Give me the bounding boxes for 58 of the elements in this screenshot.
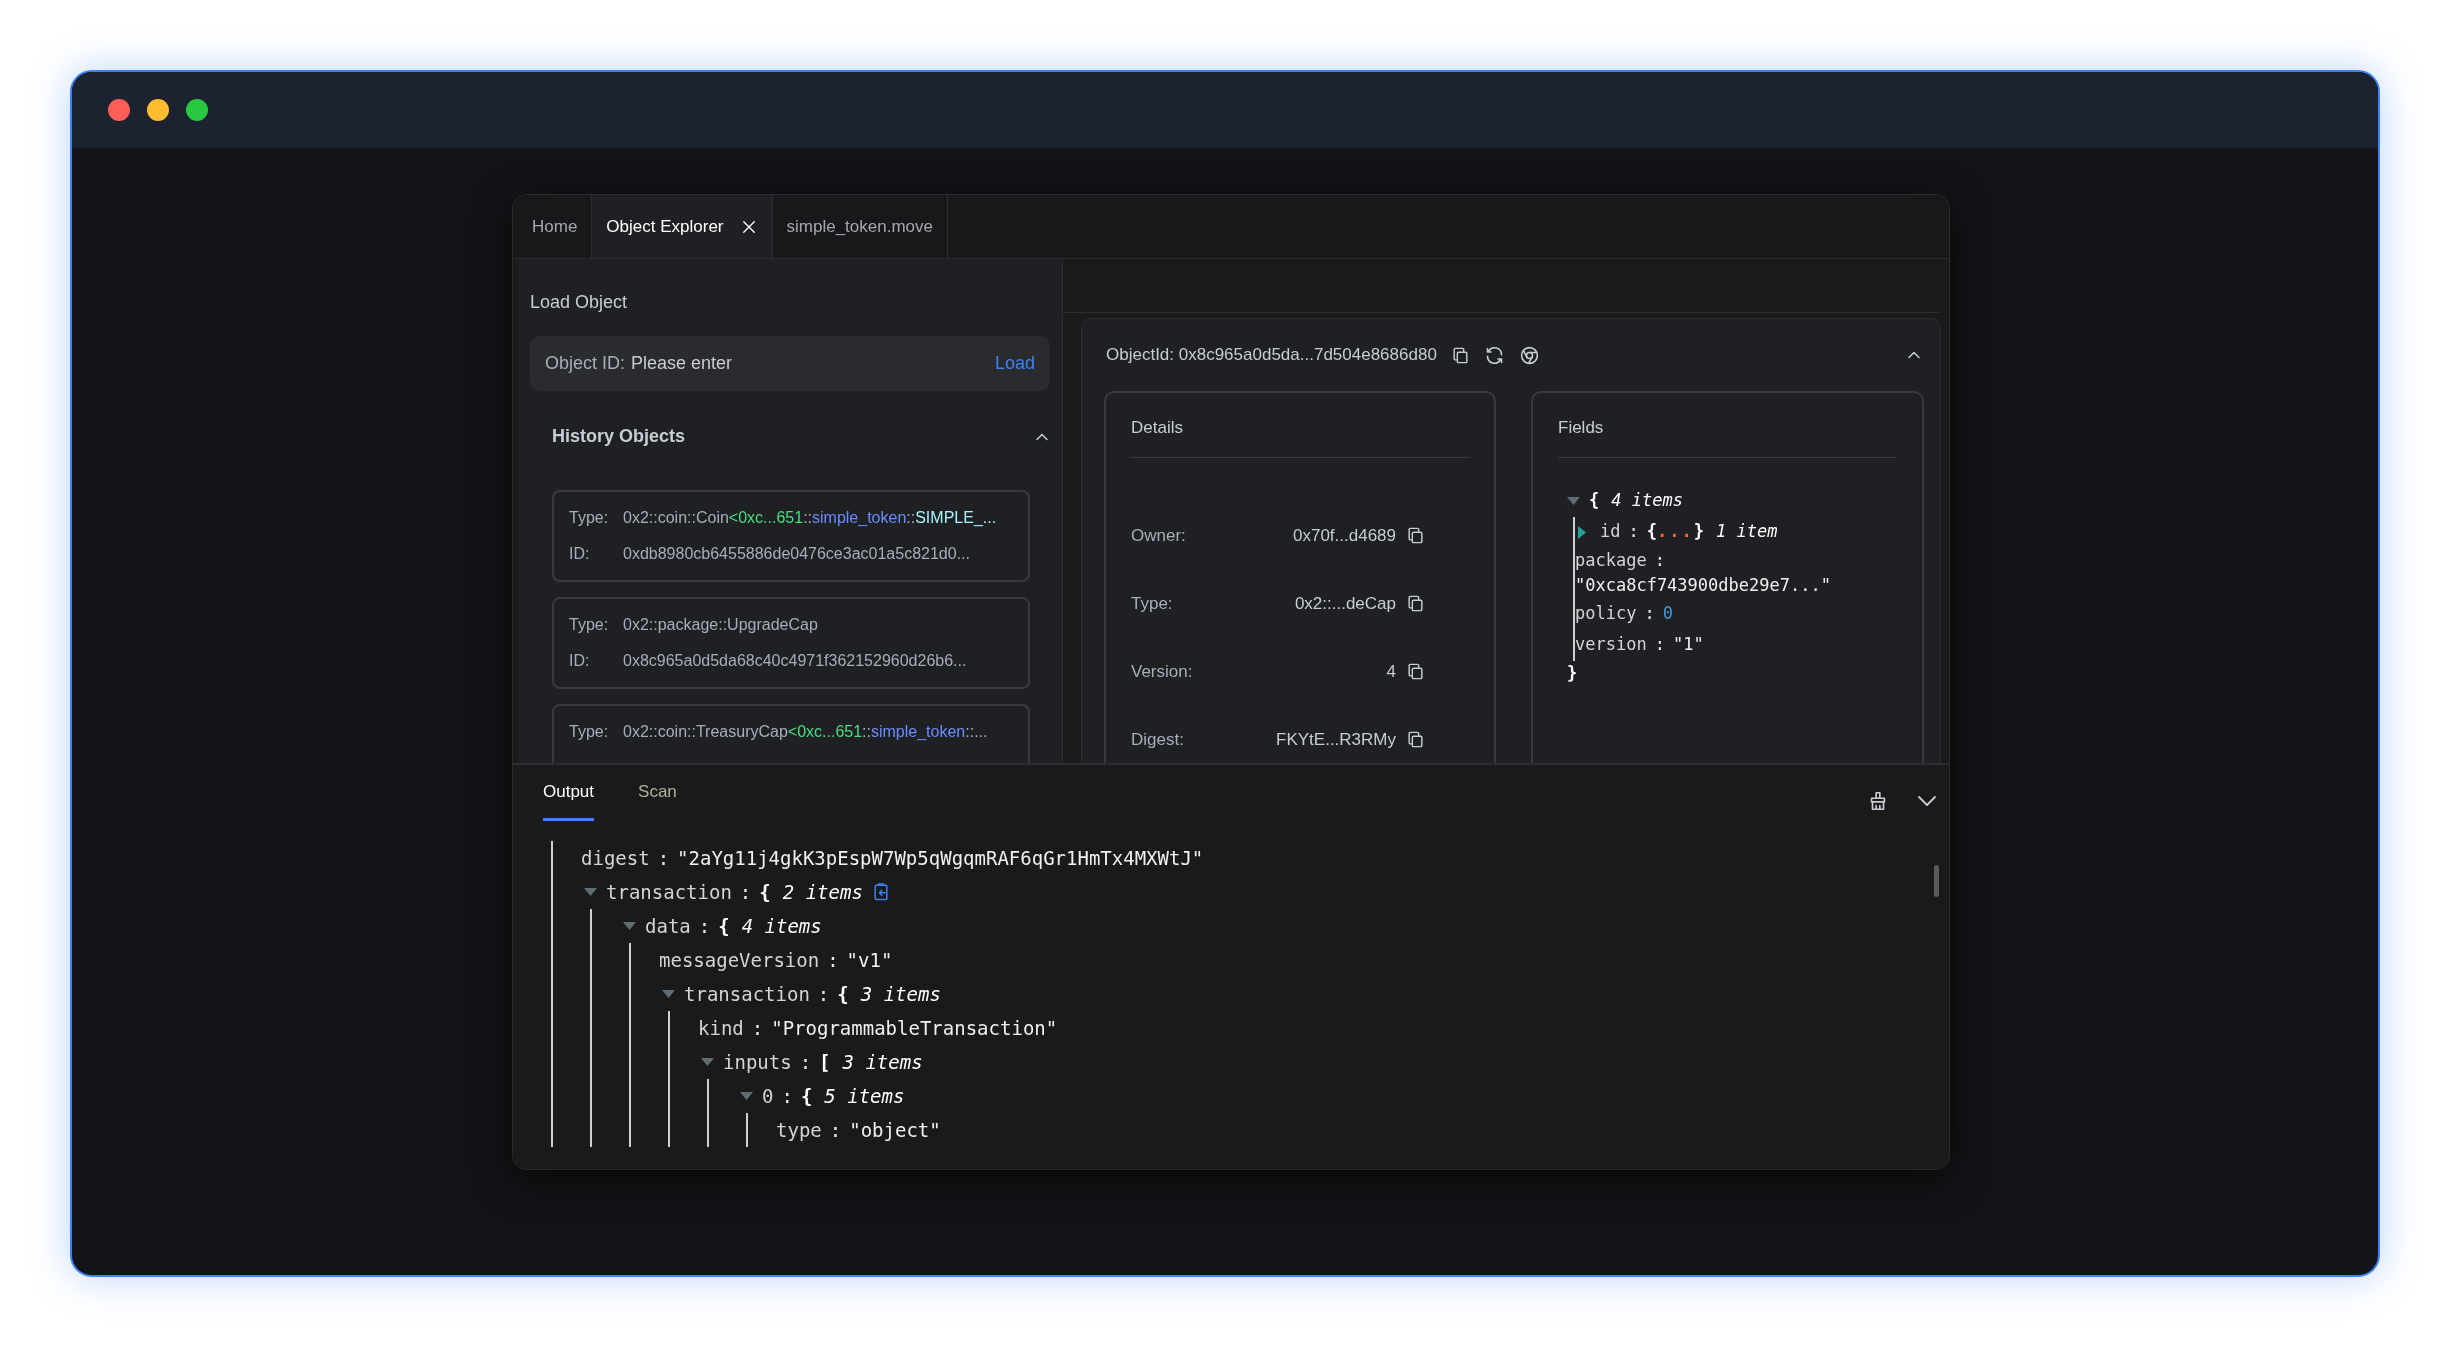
object-id-field[interactable]: Object ID: Please enter Load bbox=[530, 336, 1050, 391]
tree-row[interactable]: transaction : { 3 items bbox=[631, 977, 1949, 1011]
output-tab[interactable]: Output bbox=[543, 778, 595, 821]
tree-row-text: messageVersion : "v1" bbox=[658, 947, 894, 973]
section-title: History Objects bbox=[552, 425, 686, 448]
tree-row[interactable]: id : {...} 1 item bbox=[1575, 516, 1897, 548]
tree-row-text: version : "1" bbox=[1575, 633, 1705, 657]
tree-row[interactable]: transaction : { 2 items bbox=[553, 875, 1949, 909]
card-title: Details bbox=[1131, 415, 1469, 458]
tab[interactable]: simple_token.move bbox=[772, 195, 948, 258]
field-value: 4 bbox=[1386, 660, 1396, 683]
field-value: 0x70f...d4689 bbox=[1292, 524, 1396, 547]
field-label: Object ID: bbox=[545, 352, 626, 375]
field-label: Type: bbox=[1131, 592, 1174, 615]
scrollbar-thumb[interactable] bbox=[1934, 865, 1939, 897]
object-id-label: ObjectId: 0x8c965a0d5da...7d504e8686d80 bbox=[1106, 344, 1437, 367]
card-title: Fields bbox=[1558, 415, 1897, 458]
field-label: Type: bbox=[569, 722, 610, 742]
type-value: 0x2::coin::TreasuryCap<0xc...651::simple_token::... bbox=[623, 722, 988, 742]
tree-row[interactable]: { 4 items bbox=[1564, 485, 1897, 517]
history-object-card[interactable]: Type: 0x2::coin::TreasuryCap<0xc...651::simple_token::... bbox=[552, 704, 1030, 763]
field-label: ID: bbox=[569, 651, 591, 671]
field-value: 0x2::...deCap bbox=[1294, 592, 1396, 615]
field-label: Owner: bbox=[1131, 524, 1187, 547]
copy-icon[interactable] bbox=[1406, 730, 1425, 749]
id-value: 0xdb8980cb6455886de0476ce3ac01a5c821d0... bbox=[623, 544, 970, 564]
field-label: Type: bbox=[569, 508, 610, 528]
load-link[interactable]: Load bbox=[994, 350, 1035, 377]
field-label: Version: bbox=[1131, 660, 1194, 683]
copy-icon[interactable] bbox=[1406, 662, 1425, 681]
history-object-card[interactable]: Type: 0x2::coin::Coin<0xc...651::simple_token::SIMPLE_... ID: 0xdb8980cb6455886de0476ce3ac01a5c821d0... bbox=[552, 490, 1030, 582]
tree-row-text: kind : "ProgrammableTransaction" bbox=[697, 1015, 1059, 1041]
field-label: Digest: bbox=[1131, 728, 1185, 751]
tree-row-text: digest : "2aYg11j4gkK3pEspW7Wp5qWgqmRAF6qGr1HmTx4MXWtJ" bbox=[580, 845, 1205, 871]
closing-bracket: } bbox=[1566, 661, 1579, 685]
tree-row[interactable]: 0 : { 5 items bbox=[709, 1079, 1949, 1113]
output-tab[interactable]: Scan bbox=[638, 778, 677, 821]
section-title: Load Object bbox=[529, 291, 629, 314]
tree-row[interactable]: inputs : [ 3 items bbox=[670, 1045, 1949, 1079]
tree-row-text: type : "object" bbox=[775, 1117, 942, 1143]
field-value: FKYtE...R3RMy bbox=[1276, 728, 1396, 751]
tree-row-text: package : "0xca8cf743900dbe29e7..." bbox=[1575, 548, 1832, 597]
type-value: 0x2::coin::Coin<0xc...651::simple_token::SIMPLE_... bbox=[623, 508, 997, 528]
history-object-card[interactable]: Type: 0x2::package::UpgradeCap ID: 0x8c965a0d5da68c40c4971f362152960d26b6... bbox=[552, 597, 1030, 689]
close-window-button[interactable] bbox=[108, 99, 130, 121]
maximize-window-button[interactable] bbox=[186, 99, 208, 121]
copy-icon[interactable] bbox=[1450, 345, 1470, 365]
tree-row-text: policy : 0 bbox=[1575, 602, 1674, 626]
field-label: ID: bbox=[569, 544, 591, 564]
minimize-window-button[interactable] bbox=[147, 99, 169, 121]
copy-icon[interactable] bbox=[1406, 526, 1425, 545]
tab[interactable]: Object Explorer bbox=[592, 195, 773, 258]
tree-row[interactable]: data : { 4 items bbox=[592, 909, 1949, 943]
copy-icon[interactable] bbox=[1406, 594, 1425, 613]
id-value: 0x8c965a0d5da68c40c4971f362152960d26b6... bbox=[623, 651, 967, 671]
browser-icon[interactable] bbox=[1518, 344, 1540, 366]
field-label: Type: bbox=[569, 615, 610, 635]
type-value: 0x2::package::UpgradeCap bbox=[623, 615, 818, 635]
